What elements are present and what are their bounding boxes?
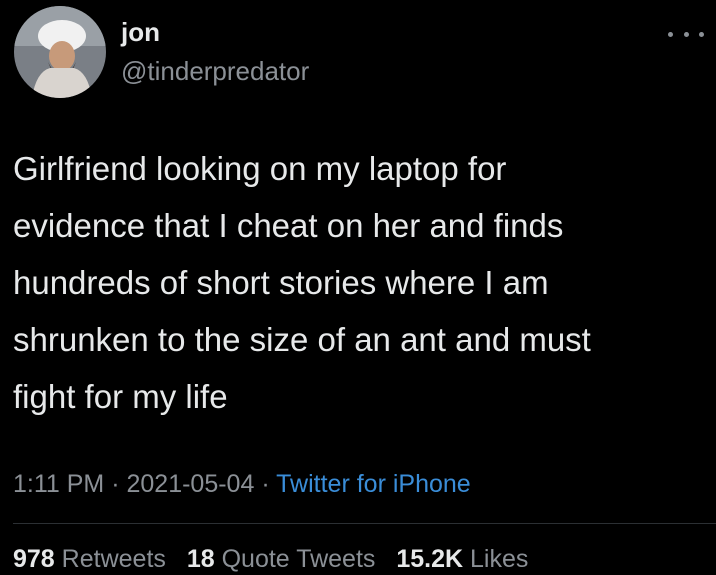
tweet-source-link[interactable]: Twitter for iPhone (276, 470, 471, 498)
tweet-meta: 1:11 PM · 2021-05-04 · Twitter for iPhon… (13, 469, 471, 499)
avatar-photo-icon (14, 6, 106, 98)
tweet-card: jon @tinderpredator Girlfriend looking o… (0, 0, 716, 575)
profile-avatar[interactable] (14, 6, 106, 98)
more-options-icon[interactable] (668, 24, 704, 44)
user-handle[interactable]: @tinderpredator (121, 56, 309, 86)
retweets-count: 978 (13, 545, 55, 573)
tweet-date[interactable]: 2021-05-04 (126, 470, 254, 498)
likes-stat[interactable]: 15.2K Likes (396, 545, 528, 573)
quote-tweets-count: 18 (186, 545, 215, 573)
dot-icon (699, 31, 704, 37)
dot-icon (668, 31, 673, 37)
meta-separator: · (111, 470, 120, 498)
quote-tweets-stat[interactable]: 18 Quote Tweets (187, 545, 376, 573)
retweets-stat[interactable]: 978 Retweets (13, 545, 166, 573)
likes-count: 15.2K (396, 545, 464, 573)
likes-label: Likes (470, 545, 529, 573)
tweet-text: Girlfriend looking on my laptop for evid… (13, 150, 591, 415)
display-name[interactable]: jon (121, 17, 160, 47)
dot-icon (683, 31, 689, 37)
divider (13, 523, 716, 524)
tweet-stats: 978 Retweets 18 Quote Tweets 15.2K Likes (13, 544, 542, 574)
meta-separator: · (261, 470, 270, 498)
retweets-label: Retweets (61, 545, 166, 573)
quote-tweets-label: Quote Tweets (221, 545, 376, 573)
tweet-time[interactable]: 1:11 PM (13, 470, 104, 498)
